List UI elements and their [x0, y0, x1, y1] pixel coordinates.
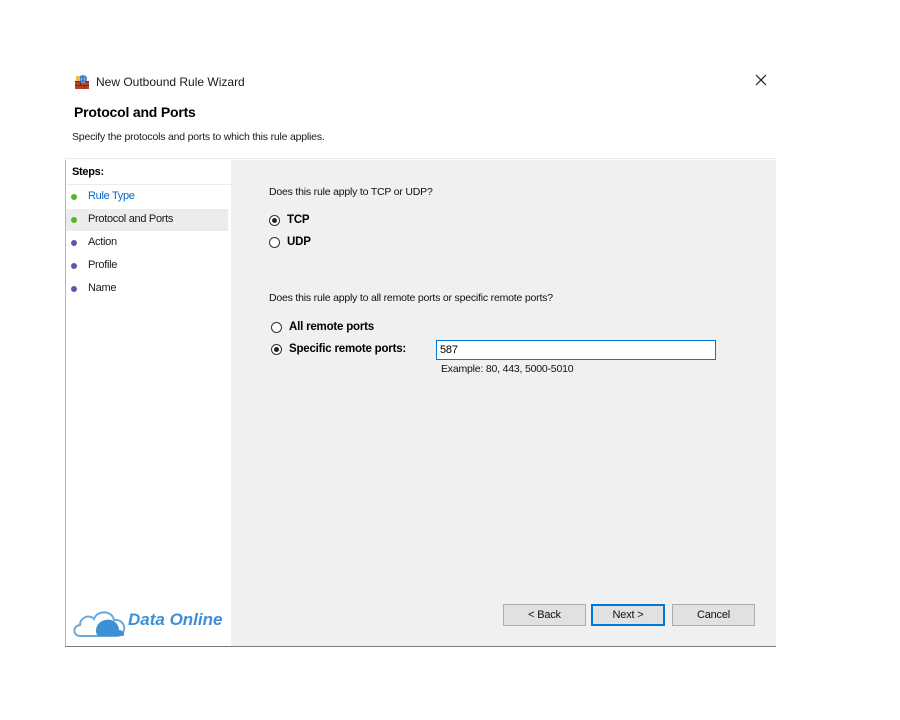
close-button[interactable] [745, 71, 777, 93]
step-label: Protocol and Ports [88, 213, 174, 225]
logo-text: Data Online [128, 610, 223, 629]
window-title: New Outbound Rule Wizard [96, 75, 245, 89]
tcp-radio-option[interactable]: TCP [269, 212, 310, 228]
all-remote-ports-radio[interactable] [271, 321, 282, 333]
page-title: Protocol and Ports [74, 104, 196, 120]
step-status-icon [71, 240, 77, 246]
ports-question: Does this rule apply to all remote ports… [269, 292, 553, 304]
step-label: Name [88, 282, 117, 294]
step-label: Rule Type [88, 190, 135, 202]
steps-heading: Steps: [72, 166, 104, 178]
tcp-radio[interactable] [269, 214, 280, 226]
content-panel: Does this rule apply to TCP or UDP? TCP … [231, 160, 776, 646]
wizard-window: New Outbound Rule Wizard Protocol and Po… [65, 64, 776, 647]
step-status-icon [71, 217, 77, 223]
step-profile[interactable]: Profile [66, 255, 228, 277]
all-remote-ports-label: All remote ports [289, 321, 374, 333]
specific-remote-ports-radio[interactable] [271, 343, 282, 355]
step-status-icon [71, 286, 77, 292]
protocol-question: Does this rule apply to TCP or UDP? [269, 186, 433, 198]
remote-ports-input[interactable] [436, 340, 716, 360]
ports-example-hint: Example: 80, 443, 5000-5010 [441, 363, 574, 375]
cancel-button[interactable]: Cancel [672, 604, 755, 626]
udp-radio-option[interactable]: UDP [269, 234, 311, 250]
udp-radio[interactable] [269, 236, 280, 248]
data-online-logo: Data Online [72, 604, 232, 640]
step-status-icon [71, 263, 77, 269]
steps-panel: Steps: Rule Type Protocol and Ports Acti… [65, 160, 232, 646]
steps-divider [66, 184, 232, 185]
step-label: Profile [88, 259, 118, 271]
specific-remote-ports-option[interactable]: Specific remote ports: [271, 341, 406, 357]
cloud-icon [72, 604, 128, 645]
tcp-label: TCP [287, 214, 310, 226]
title-bar: New Outbound Rule Wizard [65, 64, 776, 100]
page-description: Specify the protocols and ports to which… [72, 131, 325, 143]
step-label: Action [88, 236, 117, 248]
step-name[interactable]: Name [66, 278, 228, 300]
header-divider [65, 158, 776, 159]
specific-remote-ports-label: Specific remote ports: [289, 343, 407, 355]
back-button[interactable]: < Back [503, 604, 586, 626]
all-remote-ports-option[interactable]: All remote ports [271, 319, 374, 335]
step-action[interactable]: Action [66, 232, 228, 254]
next-button[interactable]: Next > [591, 604, 665, 626]
step-rule-type[interactable]: Rule Type [66, 186, 228, 208]
firewall-icon [74, 74, 90, 90]
step-status-icon [71, 194, 77, 200]
step-protocol-and-ports[interactable]: Protocol and Ports [66, 209, 228, 231]
udp-label: UDP [287, 236, 311, 248]
close-icon [755, 73, 767, 91]
